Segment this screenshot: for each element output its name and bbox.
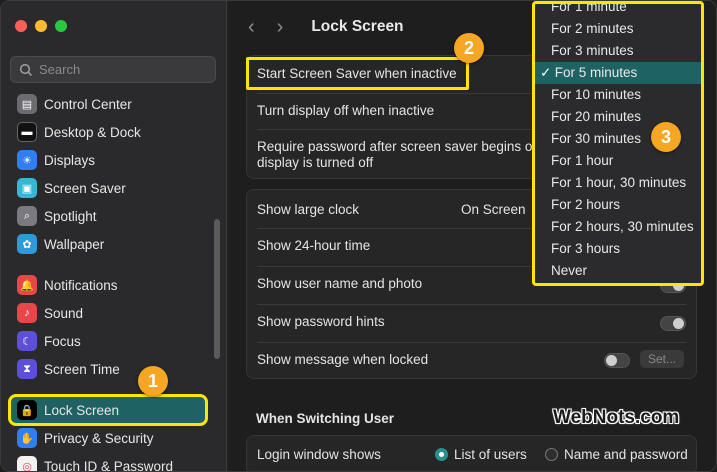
sidebar-item-screen-saver[interactable]: ▣ Screen Saver [11, 175, 205, 201]
start-screen-saver-highlight [246, 57, 469, 90]
sidebar-item-label: Focus [44, 333, 81, 349]
magnifier-icon: ⌕ [17, 206, 37, 226]
close-button[interactable] [15, 20, 27, 32]
sidebar-item-control-center[interactable]: ▤ Control Center [11, 91, 205, 117]
sidebar-item-label: Screen Saver [44, 180, 126, 196]
menu-item[interactable]: Never [535, 260, 701, 282]
sidebar-item-label: Touch ID & Password [44, 458, 174, 472]
minimize-button[interactable] [35, 20, 47, 32]
sidebar-item-privacy[interactable]: ✋ Privacy & Security [11, 425, 205, 451]
sidebar-item-label: Notifications [44, 277, 118, 293]
control-center-icon: ▤ [17, 94, 37, 114]
show-large-clock-label: Show large clock [257, 202, 360, 217]
sidebar-scrollbar[interactable] [214, 219, 220, 359]
sidebar-item-label: Control Center [44, 96, 132, 112]
settings-window: ▤ Control Center ▬ Desktop & Dock ☀ Disp… [0, 0, 717, 472]
menu-item[interactable]: For 10 minutes [535, 84, 701, 106]
sidebar-item-displays[interactable]: ☀ Displays [11, 147, 205, 173]
search-icon [19, 63, 33, 76]
sidebar-item-label: Screen Time [44, 361, 120, 377]
list-of-users-label[interactable]: List of users [454, 447, 527, 462]
name-password-label[interactable]: Name and password [564, 447, 688, 462]
menu-item[interactable]: For 3 hours [535, 238, 701, 260]
watermark-logo: WebNots.com [553, 407, 680, 428]
moon-icon: ☾ [17, 331, 37, 351]
sidebar-item-notifications[interactable]: 🔔 Notifications [11, 272, 205, 298]
forward-icon[interactable]: › [277, 16, 284, 39]
menu-item-selected[interactable]: ✓ For 5 minutes [535, 62, 701, 84]
step-badge-1: 1 [138, 366, 168, 396]
large-clock-popup[interactable]: On Screen [461, 202, 526, 217]
menu-item-label: For 5 minutes [554, 65, 638, 80]
show-user-name-label: Show user name and photo [257, 276, 423, 291]
sidebar-item-desktop-dock[interactable]: ▬ Desktop & Dock [11, 119, 205, 145]
sidebar-item-label: Spotlight [44, 208, 97, 224]
show-password-hints-label: Show password hints [257, 314, 385, 329]
menu-item[interactable]: For 1 minute [535, 4, 701, 18]
menu-item[interactable]: For 20 minutes [535, 106, 701, 128]
menu-item[interactable]: For 1 hour, 30 minutes [535, 172, 701, 194]
show-message-label: Show message when locked [257, 352, 429, 367]
bell-icon: 🔔 [17, 275, 37, 295]
sidebar-item-wallpaper[interactable]: ✿ Wallpaper [11, 231, 205, 257]
menu-item[interactable]: For 2 hours, 30 minutes [535, 216, 701, 238]
divider [257, 342, 686, 343]
require-password-label-1: Require password after screen saver begi… [257, 139, 537, 154]
sidebar-item-label: Wallpaper [44, 236, 105, 252]
set-message-button[interactable]: Set... [640, 350, 685, 368]
step-badge-2: 2 [454, 33, 484, 63]
page-title: Lock Screen [311, 18, 404, 35]
lock-icon: 🔒 [17, 400, 37, 420]
sidebar-item-touch-id[interactable]: ◎ Touch ID & Password [11, 453, 205, 472]
menu-item[interactable]: For 1 hour [535, 150, 701, 172]
switching-user-group: Login window shows List of users Name an… [246, 435, 697, 471]
flower-icon: ✿ [17, 234, 37, 254]
fingerprint-icon: ◎ [17, 456, 37, 471]
menu-item[interactable]: For 3 minutes [535, 40, 701, 62]
divider [257, 304, 686, 305]
sidebar-item-label: Sound [44, 305, 84, 321]
sidebar-item-screen-time[interactable]: ⧗ Screen Time [11, 356, 205, 382]
login-window-shows-label: Login window shows [257, 447, 381, 462]
menu-item[interactable]: For 2 hours [535, 194, 701, 216]
show-message-toggle[interactable] [604, 353, 630, 368]
search-input[interactable] [39, 62, 199, 77]
hourglass-icon: ⧗ [17, 359, 37, 379]
sidebar-item-label: Desktop & Dock [44, 124, 141, 140]
show-password-hints-toggle[interactable] [660, 316, 686, 331]
sidebar-item-focus[interactable]: ☾ Focus [11, 328, 205, 354]
sidebar-item-sound[interactable]: ♪ Sound [11, 300, 205, 326]
name-password-radio[interactable] [545, 448, 558, 461]
screen-saver-icon: ▣ [17, 178, 37, 198]
sidebar-item-label: Displays [44, 152, 96, 168]
sidebar-item-spotlight[interactable]: ⌕ Spotlight [11, 203, 205, 229]
sidebar-item-lock-screen[interactable]: 🔒 Lock Screen [8, 394, 208, 426]
back-icon[interactable]: ‹ [248, 16, 255, 39]
menu-item[interactable]: For 2 minutes [535, 18, 701, 40]
dock-icon: ▬ [17, 122, 37, 142]
sidebar-item-label: Lock Screen [44, 402, 120, 418]
sun-icon: ☀ [17, 150, 37, 170]
show-24-hour-label: Show 24-hour time [257, 238, 371, 253]
checkmark-icon: ✓ [540, 65, 552, 80]
display-off-label: Turn display off when inactive [257, 103, 435, 118]
sidebar-item-label: Privacy & Security [44, 430, 154, 446]
window-controls [15, 20, 67, 32]
require-password-label-2: display is turned off [257, 155, 374, 170]
search-field[interactable] [10, 56, 216, 83]
zoom-button[interactable] [55, 20, 67, 32]
sidebar: ▤ Control Center ▬ Desktop & Dock ☀ Disp… [1, 1, 227, 472]
speaker-icon: ♪ [17, 303, 37, 323]
hand-icon: ✋ [17, 428, 37, 448]
list-of-users-radio[interactable] [435, 448, 448, 461]
step-badge-3: 3 [651, 122, 681, 152]
section-switching-user: When Switching User [256, 411, 395, 426]
